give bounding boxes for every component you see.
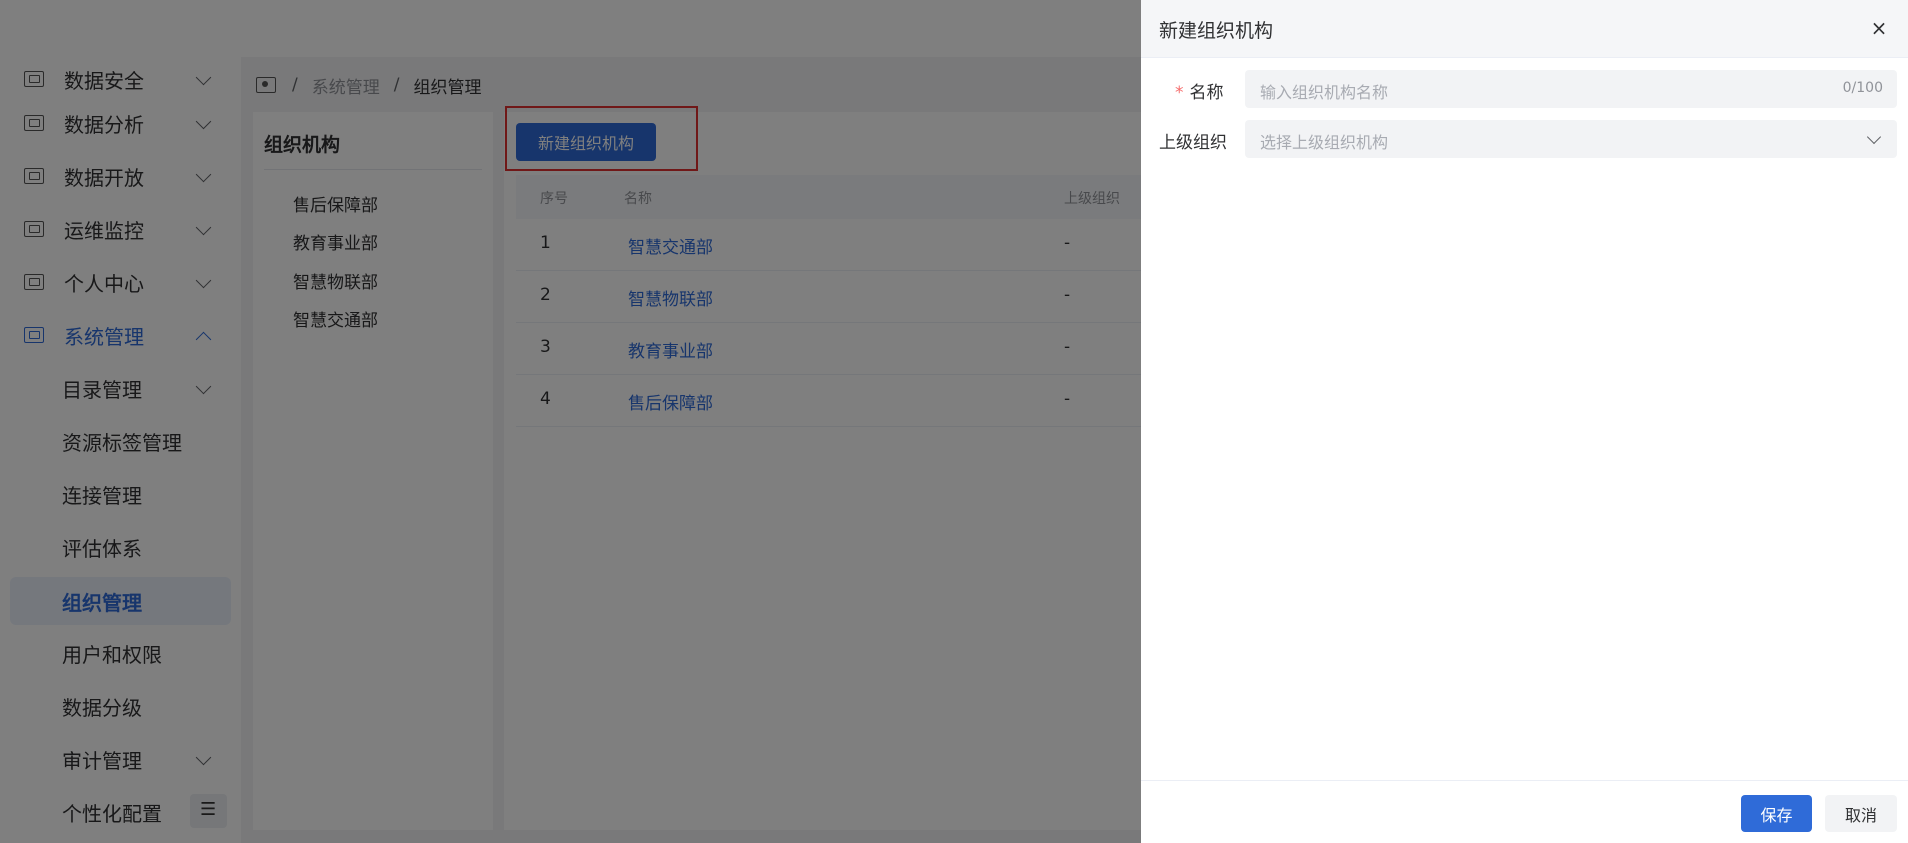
parent-org-select[interactable]: 选择上级组织机构	[1245, 120, 1897, 158]
close-icon[interactable]: ×	[1867, 16, 1891, 40]
name-input[interactable]: 输入组织机构名称 0/100	[1245, 70, 1897, 108]
name-placeholder: 输入组织机构名称	[1260, 83, 1389, 102]
drawer-header: 新建组织机构 ×	[1141, 0, 1908, 58]
parent-placeholder: 选择上级组织机构	[1260, 133, 1389, 152]
chevron-down-icon	[1866, 129, 1882, 145]
required-mark: *	[1175, 83, 1184, 103]
save-button[interactable]: 保存	[1741, 795, 1812, 832]
drawer-title: 新建组织机构	[1159, 20, 1274, 42]
name-label-text: 名称	[1189, 83, 1224, 103]
name-label: * 名称	[1175, 78, 1224, 103]
new-organization-drawer: 新建组织机构 × * 名称 输入组织机构名称 0/100 上级组织 选择上级组织机…	[1141, 0, 1908, 843]
cancel-button[interactable]: 取消	[1825, 795, 1897, 832]
char-count: 0/100	[1842, 80, 1883, 96]
parent-label: 上级组织	[1159, 133, 1227, 153]
drawer-footer: 保存 取消	[1141, 780, 1908, 843]
